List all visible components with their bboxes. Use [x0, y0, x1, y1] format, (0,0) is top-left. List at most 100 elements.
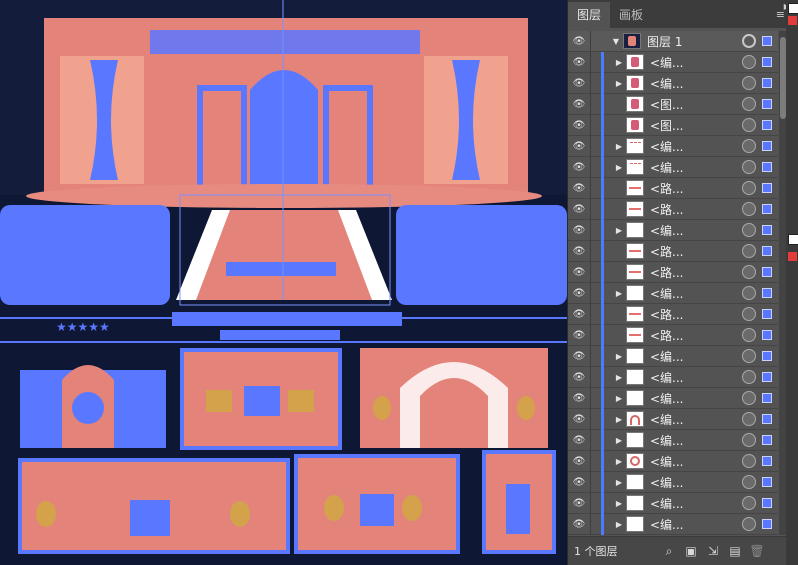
layer-name[interactable]: <编...	[650, 390, 742, 407]
target-circle-icon[interactable]	[742, 160, 756, 174]
expand-triangle-icon[interactable]: ▶	[612, 415, 626, 424]
target-circle-icon[interactable]	[742, 349, 756, 363]
target-circle-icon[interactable]	[742, 391, 756, 405]
expand-triangle-icon[interactable]: ▶	[612, 352, 626, 361]
swatch-white-icon[interactable]	[788, 3, 798, 14]
visibility-eye-icon[interactable]: 👁	[568, 456, 590, 467]
target-circle-icon[interactable]	[742, 34, 756, 48]
target-circle-icon[interactable]	[742, 286, 756, 300]
layer-name[interactable]: <路...	[650, 264, 742, 281]
layer-name[interactable]: <图...	[650, 96, 742, 113]
visibility-eye-icon[interactable]: 👁	[568, 435, 590, 446]
visibility-eye-icon[interactable]: 👁	[568, 498, 590, 509]
target-circle-icon[interactable]	[742, 412, 756, 426]
target-circle-icon[interactable]	[742, 97, 756, 111]
layer-name[interactable]: <编...	[650, 432, 742, 449]
selection-square-icon[interactable]	[762, 435, 772, 445]
selection-square-icon[interactable]	[762, 78, 772, 88]
visibility-eye-icon[interactable]: 👁	[568, 246, 590, 257]
expand-triangle-icon[interactable]: ▶	[612, 163, 626, 172]
layer-row[interactable]: 👁 ▶ <编...	[568, 219, 778, 241]
visibility-eye-icon[interactable]: 👁	[568, 78, 590, 89]
visibility-eye-icon[interactable]: 👁	[568, 99, 590, 110]
expand-triangle-icon[interactable]: ▶	[612, 142, 626, 151]
artwork-svg[interactable]: ★★★★★	[0, 0, 567, 565]
layer-row[interactable]: 👁 ▶ <编...	[568, 156, 778, 178]
visibility-eye-icon[interactable]: 👁	[568, 204, 590, 215]
layer-row[interactable]: 👁 <路...	[568, 303, 778, 325]
selection-square-icon[interactable]	[762, 288, 772, 298]
target-circle-icon[interactable]	[742, 118, 756, 132]
layer-row[interactable]: 👁 ▶ <编...	[568, 471, 778, 493]
expand-triangle-icon[interactable]: ▶	[612, 457, 626, 466]
layer-row[interactable]: 👁 <图...	[568, 93, 778, 115]
expand-triangle-icon[interactable]: ▶	[612, 226, 626, 235]
expand-triangle-icon[interactable]: ▶	[612, 436, 626, 445]
layer-name[interactable]: <编...	[650, 54, 742, 71]
visibility-eye-icon[interactable]: 👁	[568, 477, 590, 488]
selection-square-icon[interactable]	[762, 372, 772, 382]
layer-row[interactable]: 👁 ▶ <编...	[568, 429, 778, 451]
expand-triangle-icon[interactable]: ▼	[609, 37, 623, 46]
visibility-eye-icon[interactable]: 👁	[568, 351, 590, 362]
layer-row[interactable]: 👁 ▶ <编...	[568, 345, 778, 367]
layer-row[interactable]: 👁 ▶ <编...	[568, 492, 778, 514]
clipping-mask-icon[interactable]: ▣	[680, 544, 702, 558]
target-circle-icon[interactable]	[742, 181, 756, 195]
layer-name[interactable]: <编...	[650, 516, 742, 533]
visibility-eye-icon[interactable]: 👁	[568, 393, 590, 404]
layer-row[interactable]: 👁 ▶ <编...	[568, 450, 778, 472]
tab-artboards[interactable]: 画板	[610, 2, 652, 28]
layer-row[interactable]: 👁 ▶ <编...	[568, 387, 778, 409]
layer-row[interactable]: 👁 ▶ <编...	[568, 282, 778, 304]
target-circle-icon[interactable]	[742, 265, 756, 279]
artboard-canvas[interactable]: ★★★★★	[0, 0, 567, 565]
selection-square-icon[interactable]	[762, 162, 772, 172]
selection-square-icon[interactable]	[762, 267, 772, 277]
selection-square-icon[interactable]	[762, 414, 772, 424]
layer-row[interactable]: 👁 <路...	[568, 198, 778, 220]
selection-square-icon[interactable]	[762, 225, 772, 235]
layer-row[interactable]: 👁 <路...	[568, 261, 778, 283]
visibility-eye-icon[interactable]: 👁	[568, 372, 590, 383]
layer-name[interactable]: <编...	[650, 348, 742, 365]
layer-row[interactable]: 👁 ▶ <编...	[568, 366, 778, 388]
selection-square-icon[interactable]	[762, 477, 772, 487]
selection-square-icon[interactable]	[762, 330, 772, 340]
layer-row[interactable]: 👁 ▶ <编...	[568, 72, 778, 94]
target-circle-icon[interactable]	[742, 76, 756, 90]
target-circle-icon[interactable]	[742, 139, 756, 153]
selection-square-icon[interactable]	[762, 183, 772, 193]
expand-triangle-icon[interactable]: ▶	[612, 58, 626, 67]
layer-name[interactable]: <编...	[650, 75, 742, 92]
target-circle-icon[interactable]	[742, 223, 756, 237]
layer-name[interactable]: <编...	[650, 369, 742, 386]
swatch-stroke-icon[interactable]	[788, 252, 797, 261]
target-circle-icon[interactable]	[742, 202, 756, 216]
expand-triangle-icon[interactable]: ▶	[612, 394, 626, 403]
expand-triangle-icon[interactable]: ▶	[612, 499, 626, 508]
selection-square-icon[interactable]	[762, 498, 772, 508]
layer-row[interactable]: 👁 <路...	[568, 240, 778, 262]
selection-square-icon[interactable]	[762, 57, 772, 67]
target-circle-icon[interactable]	[742, 370, 756, 384]
selection-square-icon[interactable]	[762, 393, 772, 403]
locate-object-icon[interactable]: ⌕	[658, 544, 680, 559]
selection-square-icon[interactable]	[762, 141, 772, 151]
visibility-eye-icon[interactable]: 👁	[568, 519, 590, 530]
layer-name[interactable]: <编...	[650, 474, 742, 491]
target-circle-icon[interactable]	[742, 307, 756, 321]
delete-layer-icon[interactable]: 🗑	[746, 544, 768, 558]
layer-name[interactable]: <编...	[650, 411, 742, 428]
layer-name[interactable]: <编...	[650, 159, 742, 176]
expand-triangle-icon[interactable]: ▶	[612, 520, 626, 529]
target-circle-icon[interactable]	[742, 55, 756, 69]
visibility-eye-icon[interactable]: 👁	[568, 141, 590, 152]
new-sublayer-icon[interactable]: ⇲	[702, 544, 724, 558]
top-layer-name[interactable]: 图层 1	[647, 33, 742, 50]
selection-square-icon[interactable]	[762, 351, 772, 361]
layer-row[interactable]: 👁 <路...	[568, 324, 778, 346]
layer-row[interactable]: 👁 <路...	[568, 177, 778, 199]
swatch-red-icon[interactable]	[788, 16, 797, 25]
swatch-none-icon[interactable]	[788, 234, 798, 245]
